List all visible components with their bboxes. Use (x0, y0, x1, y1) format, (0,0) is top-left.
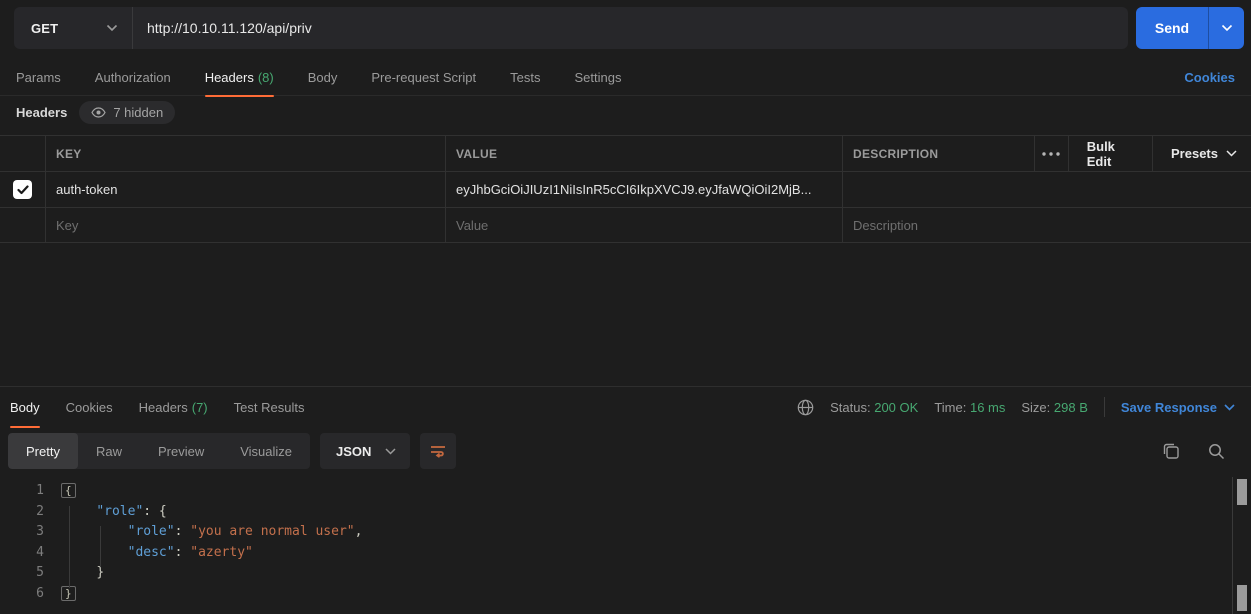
code-line: 2 "role": { (0, 502, 1232, 523)
tab-body[interactable]: Body (308, 60, 338, 96)
new-header-row (0, 207, 1251, 243)
chevron-down-icon (385, 448, 396, 455)
new-key-input[interactable] (56, 218, 435, 233)
code-line: 6} (0, 584, 1232, 605)
response-body-code[interactable]: 1{2 "role": {3 "role": "you are normal u… (0, 476, 1232, 614)
column-key: KEY (46, 136, 446, 171)
more-options-button[interactable] (1035, 136, 1069, 171)
response-tab-test-results[interactable]: Test Results (234, 387, 305, 427)
hidden-headers-toggle[interactable]: 7 hidden (79, 101, 175, 124)
response-actions (1162, 442, 1243, 460)
wrap-lines-icon (430, 444, 446, 458)
response-toolbar: Pretty Raw Preview Visualize JSON (8, 433, 1243, 469)
wrap-lines-button[interactable] (420, 433, 456, 469)
method-label: GET (31, 21, 58, 36)
indent-guide (100, 526, 101, 567)
method-dropdown[interactable]: GET (14, 7, 133, 49)
format-dropdown[interactable]: JSON (320, 433, 410, 469)
view-mode-pretty[interactable]: Pretty (8, 433, 78, 469)
headers-table-tools: Bulk Edit Presets (1035, 136, 1251, 171)
code-lines: 1{2 "role": {3 "role": "you are normal u… (0, 481, 1232, 604)
divider (1104, 397, 1105, 417)
column-value: VALUE (446, 136, 843, 171)
scrollbar-thumb[interactable] (1237, 479, 1247, 505)
tab-tests[interactable]: Tests (510, 60, 540, 96)
chevron-down-icon (1224, 404, 1235, 411)
headers-count: (8) (258, 70, 274, 85)
vertical-scrollbar[interactable] (1232, 477, 1251, 614)
cookies-link[interactable]: Cookies (1184, 70, 1235, 85)
new-description-input[interactable] (853, 218, 1241, 233)
tab-headers[interactable]: Headers(8) (205, 60, 274, 96)
view-mode-visualize[interactable]: Visualize (222, 433, 310, 469)
tab-params[interactable]: Params (16, 60, 61, 96)
headers-editor-header: Headers 7 hidden (16, 101, 175, 124)
postman-request-view: GET Send Params Authorization Headers(8)… (0, 0, 1251, 614)
row-checkbox[interactable] (13, 180, 32, 199)
scrollbar-thumb[interactable] (1237, 585, 1247, 611)
search-icon[interactable] (1208, 443, 1225, 460)
response-headers-count: (7) (192, 400, 208, 415)
headers-table-header-row: KEY VALUE DESCRIPTION Bulk Edit Presets (0, 135, 1251, 171)
indent-guide (69, 506, 70, 588)
view-mode-preview[interactable]: Preview (140, 433, 222, 469)
tab-authorization[interactable]: Authorization (95, 60, 171, 96)
code-line: 1{ (0, 481, 1232, 502)
send-button[interactable]: Send (1136, 7, 1208, 49)
header-value[interactable]: eyJhbGciOiJIUzI1NiIsInR5cCI6IkpXVCJ9.eyJ… (456, 182, 811, 197)
chevron-down-icon (106, 24, 118, 32)
presets-dropdown[interactable]: Presets (1153, 136, 1251, 171)
code-line: 4 "desc": "azerty" (0, 543, 1232, 564)
time-badge: Time: 16 ms (934, 400, 1005, 415)
response-tab-headers[interactable]: Headers(7) (139, 387, 208, 427)
eye-icon (91, 107, 106, 118)
copy-icon[interactable] (1162, 442, 1180, 460)
select-all-cell (0, 136, 46, 171)
url-input[interactable] (133, 7, 1128, 49)
send-button-group: Send (1136, 7, 1244, 49)
save-response-dropdown[interactable]: Save Response (1121, 400, 1235, 415)
view-mode-switcher: Pretty Raw Preview Visualize (8, 433, 310, 469)
column-description: DESCRIPTION (843, 136, 1035, 171)
code-line: 5 } (0, 563, 1232, 584)
chevron-down-icon (1221, 24, 1233, 32)
hidden-headers-label: 7 hidden (113, 105, 163, 120)
code-line: 3 "role": "you are normal user", (0, 522, 1232, 543)
response-meta: Status: 200 OK Time: 16 ms Size: 298 B S… (797, 397, 1235, 417)
size-badge: Size: 298 B (1021, 400, 1088, 415)
new-value-input[interactable] (456, 218, 832, 233)
headers-editor-title: Headers (16, 105, 67, 120)
view-mode-raw[interactable]: Raw (78, 433, 140, 469)
url-bar: GET (14, 7, 1128, 49)
bulk-edit-button[interactable]: Bulk Edit (1069, 136, 1153, 171)
request-tab-bar: Params Authorization Headers(8) Body Pre… (0, 60, 1251, 96)
chevron-down-icon (1226, 150, 1237, 157)
headers-table: KEY VALUE DESCRIPTION Bulk Edit Presets (0, 135, 1251, 243)
header-key[interactable]: auth-token (56, 182, 117, 197)
send-options-button[interactable] (1208, 7, 1244, 49)
globe-icon[interactable] (797, 399, 814, 416)
response-tab-bar: Body Cookies Headers(7) Test Results Sta… (0, 387, 1251, 427)
response-tab-cookies[interactable]: Cookies (66, 387, 113, 427)
response-tab-body[interactable]: Body (10, 387, 40, 427)
tab-pre-request-script[interactable]: Pre-request Script (371, 60, 476, 96)
status-badge: Status: 200 OK (830, 400, 918, 415)
tab-settings[interactable]: Settings (574, 60, 621, 96)
header-row-auth-token: auth-token eyJhbGciOiJIUzI1NiIsInR5cCI6I… (0, 171, 1251, 207)
